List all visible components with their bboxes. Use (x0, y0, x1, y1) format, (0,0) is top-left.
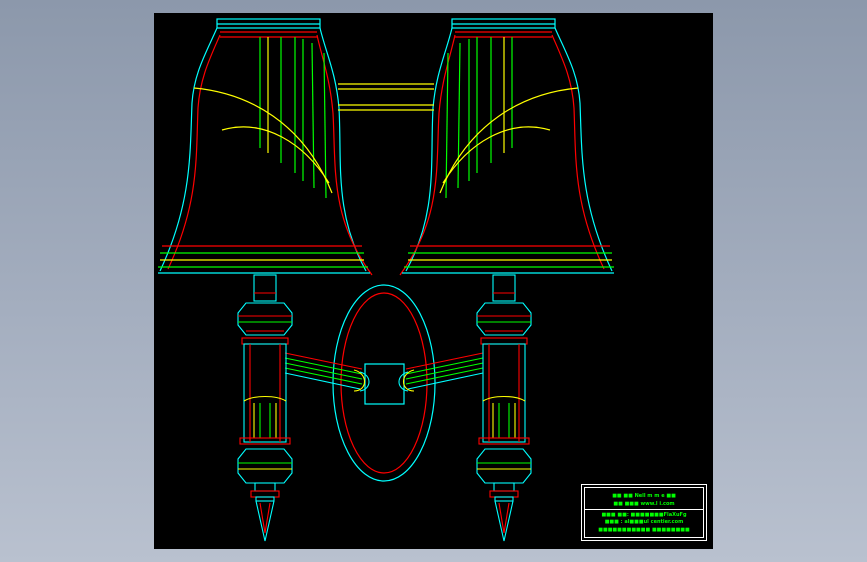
right-shade (399, 18, 614, 276)
left-shade (158, 18, 373, 276)
title-block: ■■ ■■ Nell m m e ■■ ■■ ■■■ www.l i.com ■… (581, 484, 707, 541)
title-block-line-4: ■■■ : al■■■ul centier.com (604, 519, 684, 525)
title-block-line-5: ■■■■■■■■■■■ ■■■■■■■■ (598, 527, 690, 533)
title-block-line-2: ■■ ■■■ www.l i.com (613, 501, 675, 507)
title-block-frame: ■■ ■■ Nell m m e ■■ ■■ ■■■ www.l i.com ■… (584, 487, 704, 538)
wall-backplate (332, 284, 436, 482)
title-block-line-3: ■■■ ■■: ■■■■■■■FlaXuFg (601, 512, 687, 518)
sconce-arms (284, 352, 484, 392)
title-block-line-1: ■■ ■■ Nell m m e ■■ (612, 493, 676, 499)
left-candle-column (237, 274, 293, 542)
title-block-divider (585, 509, 703, 510)
right-candle-column (476, 274, 532, 542)
drawing-canvas[interactable]: ■■ ■■ Nell m m e ■■ ■■ ■■■ www.l i.com ■… (154, 13, 713, 549)
shade-connector-bar (338, 83, 434, 111)
sconce-drawing (158, 18, 614, 542)
